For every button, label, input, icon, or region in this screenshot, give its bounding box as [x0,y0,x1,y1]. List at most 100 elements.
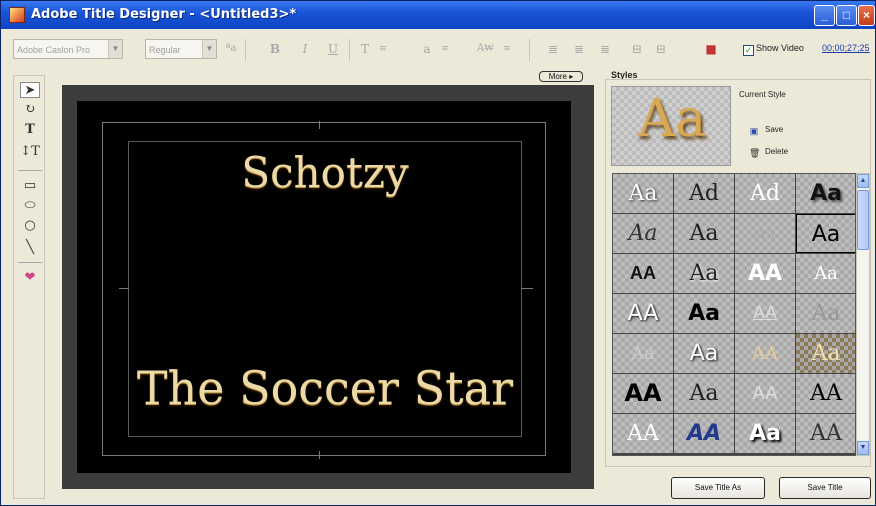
window-title: Adobe Title Designer - <Untitled3>* [31,7,297,22]
style-swatch[interactable]: Aa [735,214,795,253]
underline-icon[interactable]: U [325,41,341,57]
align-left-icon[interactable]: ≣ [545,41,561,57]
rounded-rectangle-tool-icon[interactable]: ⬭ [20,198,40,214]
scroll-down-icon[interactable]: ▼ [857,441,869,455]
font-family-value: Adobe Caslon Pro [17,45,91,55]
center-tick-bottom [319,451,320,459]
show-video-checkbox[interactable]: ✓ [743,45,754,56]
vertical-type-tool-icon[interactable]: ↕T [20,144,40,160]
kerning-icon[interactable]: a [419,41,435,57]
style-swatch[interactable]: Aa [796,254,855,293]
leading-icon[interactable]: A₩ [477,41,494,57]
title-designer-window: Adobe Title Designer - <Untitled3>* _ □ … [0,0,876,506]
style-swatch[interactable]: Aa [674,254,734,293]
style-swatch[interactable]: AA [613,254,673,293]
tools-panel: ➤ ↻ T ↕T ▭ ⬭ ○ ╲ ❤ [13,75,45,499]
chevron-down-icon: ▼ [202,40,216,58]
align-center-icon[interactable]: ≣ [571,41,587,57]
template-icon[interactable]: ⊟ [653,41,669,57]
style-swatch[interactable]: Aa [674,334,734,373]
font-style-value: Regular [149,45,181,55]
style-swatch[interactable]: Aa [674,374,734,413]
chevron-down-icon: ▼ [108,40,122,58]
color-tool-icon[interactable]: ❤ [20,270,40,286]
formatting-toolbar: Adobe Caslon Pro ▼ Regular ▼ ªa B I U T … [5,35,873,65]
minimize-button[interactable]: _ [814,5,835,26]
color-icon[interactable]: ■ [703,41,719,57]
line-tool-icon[interactable]: ╲ [20,240,40,256]
style-swatch[interactable]: Aa [796,294,855,333]
style-swatch[interactable]: AA [796,414,855,453]
current-style-sample: Aa [637,89,707,149]
rotate-tool-icon[interactable]: ↻ [20,102,40,118]
tool-divider [18,170,42,171]
delete-style-button[interactable]: 🗑 Delete [749,147,788,158]
text-size-value-icon[interactable]: ≡ [375,41,391,57]
style-swatch[interactable]: Aa [796,214,855,253]
center-tick-left [119,288,129,289]
show-video-toggle[interactable]: ✓ Show Video [743,43,804,56]
center-tick-top [319,121,320,129]
title-line-1[interactable]: Schotzy [128,148,522,197]
title-bar[interactable]: Adobe Title Designer - <Untitled3>* _ □ … [1,1,875,29]
trash-icon: 🗑 [749,148,761,158]
style-swatch[interactable]: AA [674,414,734,453]
text-size-icon[interactable]: T [357,41,373,57]
style-swatch[interactable]: AA [613,414,673,453]
center-tick-right [521,288,533,289]
app-icon [9,7,25,23]
style-swatch[interactable]: AA [735,334,795,373]
save-title-as-button[interactable]: Save Title As [671,477,765,499]
floppy-disk-icon: ▣ [749,126,759,136]
style-swatch[interactable]: AA [613,294,673,333]
save-title-button[interactable]: Save Title [779,477,871,499]
font-style-select[interactable]: Regular ▼ [145,39,217,59]
style-swatch[interactable]: Aa [796,174,855,213]
style-swatch[interactable]: Ad [735,174,795,213]
style-swatch[interactable]: Ad [674,174,734,213]
style-swatch[interactable]: AA [735,374,795,413]
style-swatch[interactable]: Aa [796,334,855,373]
tab-stops-icon[interactable]: ⊟ [629,41,645,57]
title-line-2[interactable]: The Soccer Star [128,361,522,415]
italic-icon[interactable]: I [297,41,313,57]
style-swatch[interactable]: Aa [735,414,795,453]
toolbar-separator [245,39,246,61]
tool-divider [18,262,42,263]
current-style-label: Current Style [739,90,786,99]
style-swatch[interactable]: Aa [613,174,673,213]
show-video-label: Show Video [756,43,804,53]
style-swatch[interactable]: AA [735,254,795,293]
scroll-thumb[interactable] [857,190,869,250]
ellipse-tool-icon[interactable]: ○ [20,218,40,234]
save-style-button[interactable]: ▣ Save [749,125,784,136]
style-swatch[interactable]: Aa [674,214,734,253]
style-swatch[interactable]: Aa [613,214,673,253]
align-right-icon[interactable]: ≣ [597,41,613,57]
save-style-label: Save [765,125,784,134]
style-swatch[interactable]: AA [613,374,673,413]
font-family-select[interactable]: Adobe Caslon Pro ▼ [13,39,123,59]
leading-value-icon[interactable]: ≡ [499,41,515,57]
style-swatch[interactable]: Aa [674,294,734,333]
current-style-preview: Aa [611,86,731,166]
style-swatch-grid: Aa Ad Ad Aa Aa Aa Aa Aa AA Aa AA Aa AA Aa AA Aa Aa Aa AA Aa… [612,173,856,456]
maximize-button[interactable]: □ [836,5,857,26]
toolbar-separator [529,39,530,61]
style-swatch[interactable]: Aa [613,334,673,373]
scroll-up-icon[interactable]: ▲ [857,174,869,188]
kerning-value-icon[interactable]: ≡ [437,41,453,57]
style-swatch[interactable]: AA [796,374,855,413]
timecode-display[interactable]: 00;00;27;25 [822,43,870,53]
bold-icon[interactable]: B [267,41,283,57]
selection-tool-icon[interactable]: ➤ [20,82,40,98]
font-size-icon[interactable]: ªa [223,41,239,57]
type-tool-icon[interactable]: T [20,122,40,138]
styles-scrollbar[interactable]: ▲ ▼ [856,173,870,456]
toolbar-separator [349,39,350,61]
rectangle-tool-icon[interactable]: ▭ [20,178,40,194]
style-swatch[interactable]: AA [735,294,795,333]
more-button[interactable]: More ▸ [539,71,583,82]
delete-style-label: Delete [765,147,789,156]
close-button[interactable]: × [858,5,875,26]
